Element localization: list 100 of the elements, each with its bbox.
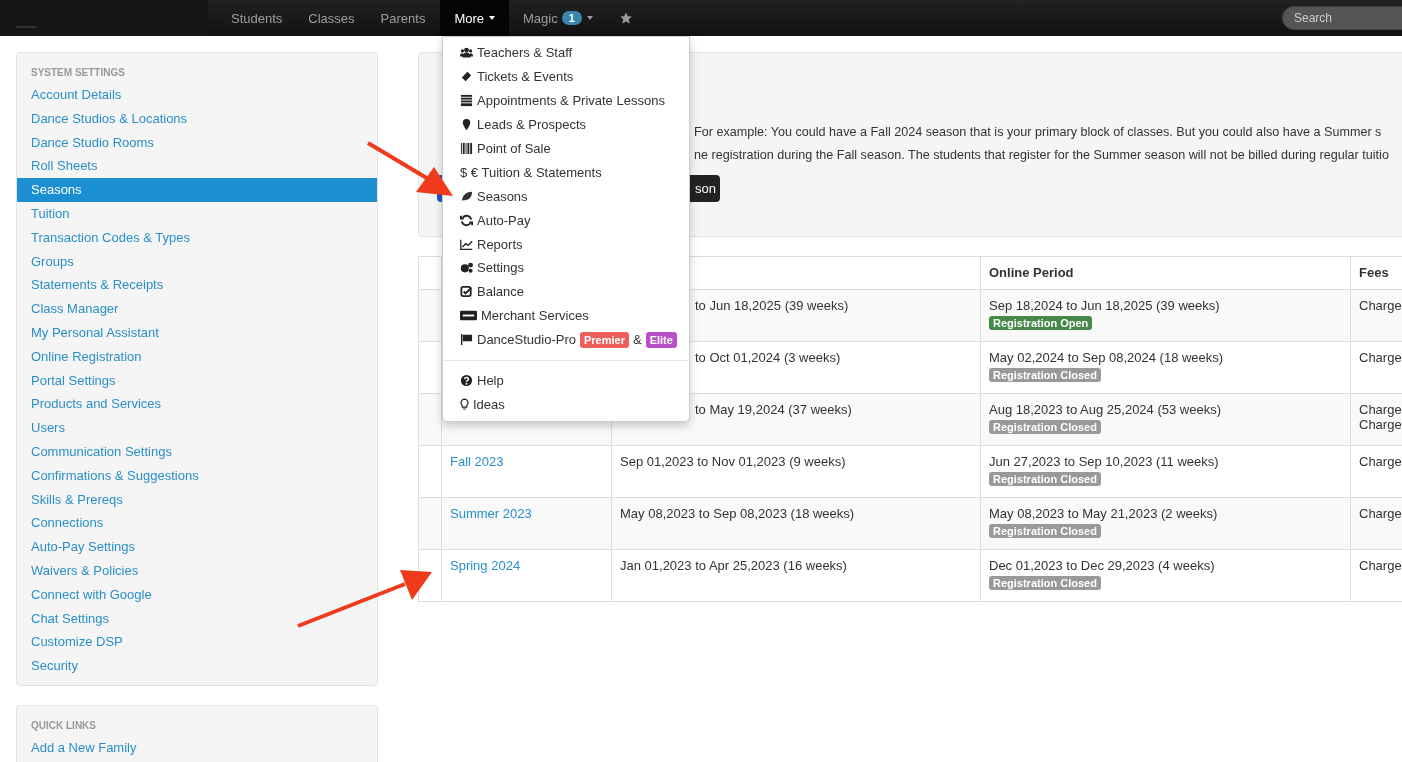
menu-item[interactable]: Help bbox=[460, 368, 504, 393]
sidebar-link[interactable]: Connect with Google bbox=[17, 582, 377, 607]
menu-item[interactable]: Ideas bbox=[460, 392, 505, 417]
sidebar-link[interactable]: Groups bbox=[17, 249, 377, 274]
sidebar-link[interactable]: Online Registration bbox=[17, 344, 377, 369]
ticket-icon bbox=[460, 70, 473, 84]
table-cell-text: to Jun 18,2025 (39 weeks) bbox=[694, 298, 849, 313]
column-header: Fees bbox=[1359, 265, 1389, 280]
menu-item-label: $ € Tuition & Statements bbox=[460, 164, 602, 180]
sidebar-link[interactable]: Class Manager bbox=[17, 297, 377, 321]
menu-item[interactable]: Tickets & Events bbox=[460, 64, 574, 89]
help-icon bbox=[460, 374, 473, 387]
menu-item[interactable]: Balance bbox=[460, 279, 524, 304]
sidebar-link[interactable]: Portal Settings bbox=[17, 368, 377, 393]
sidebar-link[interactable]: Waivers & Policies bbox=[17, 558, 377, 583]
checkbox-icon bbox=[460, 285, 473, 299]
menu-item-label: Balance bbox=[477, 284, 524, 300]
table-cell-text: Jun 27,2023 to Sep 10,2023 (11 weeks) bbox=[989, 454, 1220, 469]
menu-item[interactable]: Appointments & Private Lessons bbox=[460, 88, 665, 113]
group-icon bbox=[460, 46, 473, 60]
ampersand-text: & bbox=[633, 332, 642, 348]
sidebar-link[interactable]: Chat Settings bbox=[17, 606, 377, 631]
sidebar-link[interactable]: Dance Studio Rooms bbox=[17, 130, 377, 155]
caret-icon bbox=[489, 16, 495, 20]
flag-icon bbox=[460, 333, 473, 347]
menu-item-label: Seasons bbox=[477, 188, 528, 204]
sidebar-link[interactable]: Dance Studios & Locations bbox=[17, 106, 377, 131]
table-cell: Charge bbox=[1359, 350, 1402, 365]
table-cell: Charge bbox=[1359, 454, 1402, 469]
sidebar-link[interactable]: Products and Services bbox=[17, 392, 377, 417]
season-link[interactable]: Fall 2023 bbox=[450, 454, 504, 469]
status-label: Registration Closed bbox=[989, 420, 1101, 434]
sidebar-link[interactable]: Customize DSP bbox=[17, 630, 377, 655]
sidebar-link[interactable]: Seasons bbox=[17, 178, 377, 202]
status-label: Registration Closed bbox=[989, 524, 1101, 538]
nav-link[interactable]: Classes bbox=[296, 0, 367, 36]
menu-item[interactable]: DanceStudio-Pro Premier Elite & bbox=[460, 327, 677, 352]
nav-link[interactable]: Parents bbox=[368, 0, 438, 36]
notification-badge: 1 bbox=[561, 11, 582, 25]
line-chart-icon bbox=[460, 237, 473, 251]
table-cell: Charge bbox=[1359, 558, 1402, 573]
section-heading: QUICK LINKS bbox=[30, 719, 97, 733]
refresh-icon bbox=[460, 213, 473, 227]
plan-badge: Elite bbox=[645, 331, 677, 348]
star-icon[interactable] bbox=[618, 11, 633, 25]
table-cell-text: to Oct 01,2024 (3 weeks) bbox=[694, 350, 841, 365]
lightbulb-icon bbox=[460, 397, 469, 411]
sidebar-link[interactable]: Auto-Pay Settings bbox=[17, 535, 377, 559]
barcode-icon bbox=[460, 142, 473, 155]
menu-item[interactable]: $ € Tuition & Statements bbox=[460, 160, 602, 185]
caret-icon bbox=[586, 16, 593, 20]
map-pin-icon bbox=[460, 118, 473, 132]
sidebar-link[interactable]: Transaction Codes & Types bbox=[17, 225, 377, 250]
search-field[interactable]: Search bbox=[1282, 6, 1402, 30]
table-cell: Charge bbox=[1359, 298, 1402, 313]
sidebar-link[interactable]: Security bbox=[17, 654, 377, 678]
sidebar-link[interactable]: Account Details bbox=[17, 83, 377, 107]
menu-item-label: Settings bbox=[477, 260, 524, 276]
column-header: Online Period bbox=[989, 265, 1074, 280]
menu-item[interactable]: Teachers & Staff bbox=[460, 41, 573, 65]
menu-item[interactable]: Reports bbox=[460, 232, 523, 256]
table-cell: May 08,2023 to Sep 08,2023 (18 weeks) bbox=[620, 506, 855, 521]
menu-item-label: Help bbox=[477, 373, 504, 388]
gears-icon bbox=[460, 261, 473, 275]
sidebar-link[interactable]: Statements & Receipts bbox=[17, 273, 377, 298]
leaf-icon bbox=[460, 189, 473, 203]
description-text: ne registration during the Fall season. The students that register for the Summer season will not be billed during regular tuitio bbox=[694, 147, 1389, 164]
sidebar-link[interactable]: Skills & Prereqs bbox=[17, 487, 377, 512]
nav-link[interactable]: More bbox=[440, 0, 509, 36]
menu-item-label: Ideas bbox=[473, 396, 505, 412]
sidebar-link[interactable]: Roll Sheets bbox=[17, 154, 377, 179]
table-cell-text: Sep 18,2024 to Jun 18,2025 (39 weeks) bbox=[989, 298, 1221, 313]
menu-item[interactable]: Auto-Pay bbox=[460, 208, 531, 233]
sidebar-link[interactable]: Add a New Family bbox=[17, 735, 377, 760]
sidebar-link[interactable]: Connections bbox=[17, 511, 377, 536]
menu-item-label: Point of Sale bbox=[477, 141, 551, 156]
season-link[interactable]: Summer 2023 bbox=[450, 506, 532, 521]
menu-item[interactable]: Point of Sale bbox=[460, 136, 551, 161]
menu-item-label: Reports bbox=[477, 236, 523, 252]
table-cell: Charge bbox=[1359, 506, 1402, 521]
status-label: Registration Closed bbox=[989, 472, 1101, 486]
sidebar-link[interactable]: Communication Settings bbox=[17, 439, 377, 464]
nav-link[interactable]: Magic 1 bbox=[511, 0, 605, 36]
nav-link[interactable]: Students bbox=[219, 0, 295, 36]
table-cell: Charge bbox=[1359, 402, 1402, 417]
plan-badge: Premier bbox=[580, 331, 629, 348]
menu-item-label: Auto-Pay bbox=[477, 212, 531, 228]
menu-item-label: Teachers & Staff bbox=[477, 45, 573, 61]
menu-item[interactable]: Seasons bbox=[460, 184, 528, 209]
sidebar-link[interactable]: Users bbox=[17, 416, 377, 440]
menu-item[interactable]: Leads & Prospects bbox=[460, 112, 587, 137]
sidebar-link[interactable]: Confirmations & Suggestions bbox=[17, 463, 377, 488]
table-cell-text: Dec 01,2023 to Dec 29,2023 (4 weeks) bbox=[989, 558, 1216, 573]
sidebar-link[interactable]: Tuition bbox=[17, 202, 377, 226]
table-cell-text: May 08,2023 to May 21,2023 (2 weeks) bbox=[989, 506, 1219, 521]
card-icon bbox=[460, 309, 477, 323]
season-link[interactable]: Spring 2024 bbox=[450, 558, 521, 573]
calendar-icon bbox=[460, 94, 473, 108]
menu-item-label: DanceStudio-Pro bbox=[477, 332, 576, 348]
sidebar-link[interactable]: My Personal Assistant bbox=[17, 320, 377, 345]
